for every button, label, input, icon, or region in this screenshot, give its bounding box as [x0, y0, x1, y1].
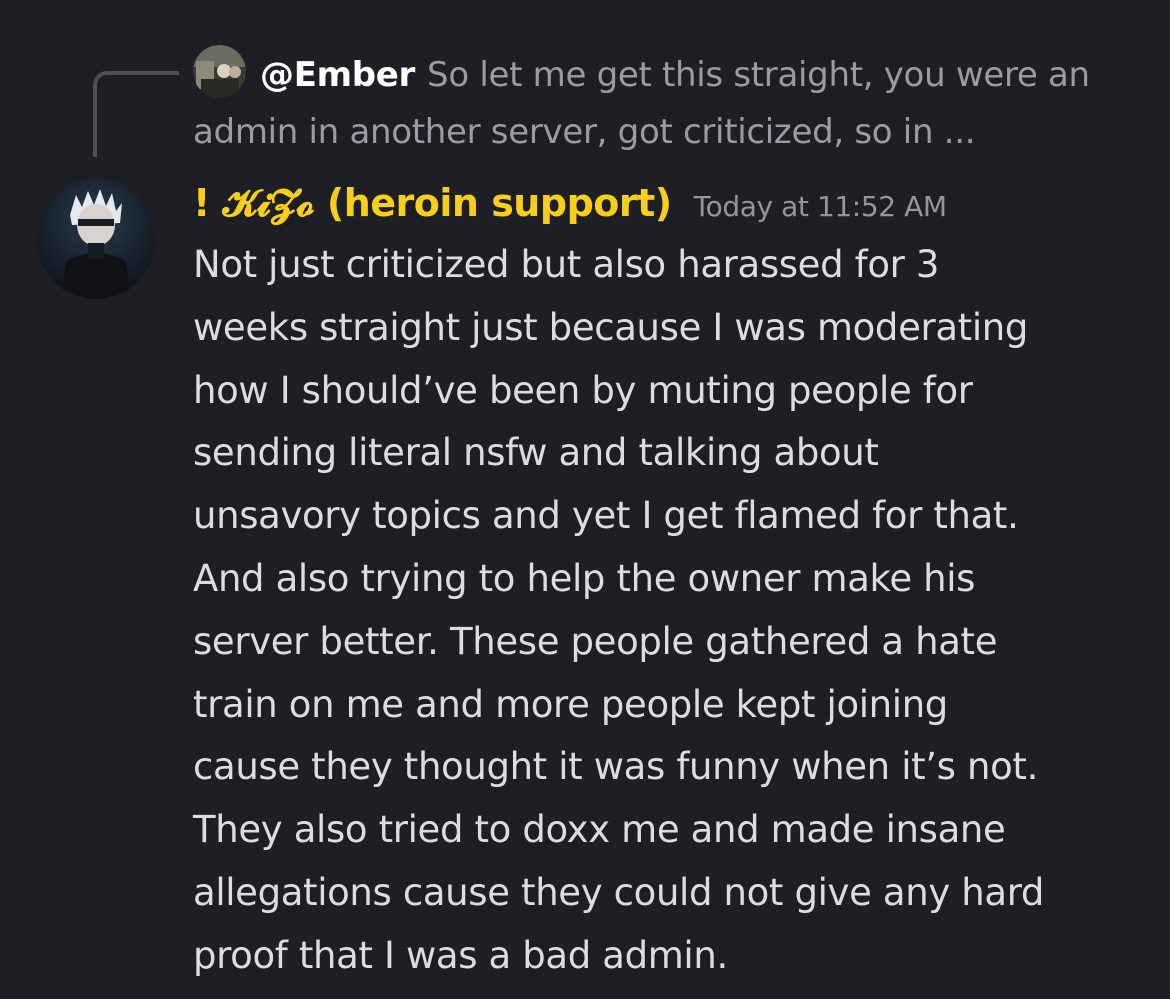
- message-line: sending literal nsfw and talking about: [193, 431, 879, 475]
- message-line: They also tried to doxx me and made insa…: [193, 808, 1006, 852]
- message-line: And also trying to help the owner make h…: [193, 556, 976, 600]
- message-line: server better. These people gathered a h…: [193, 619, 998, 663]
- author-avatar-icon[interactable]: [36, 179, 156, 299]
- message-line: Not just criticized but also harassed fo…: [193, 243, 940, 286]
- reply-connector-line: [93, 71, 179, 157]
- reply-preview[interactable]: @Ember So let me get this straight, you w…: [193, 47, 1138, 161]
- reply-author[interactable]: @Ember: [260, 55, 415, 95]
- message-line: allegations cause they could not give an…: [193, 870, 1045, 914]
- message-line: cause they thought it was funny when it’…: [193, 745, 1038, 789]
- message-line: weeks straight just because I was modera…: [193, 305, 1028, 349]
- message-line: how I should’ve been by muting people fo…: [193, 368, 973, 412]
- message-line: proof that I was a bad admin.: [193, 933, 728, 977]
- message-body: Not just criticized but also harassed fo…: [193, 234, 1143, 988]
- message-line: train on me and more people kept joining: [193, 682, 948, 726]
- message-line: unsavory topics and yet I get flamed for…: [193, 494, 1019, 538]
- message-header: ! 𝓚𝓲𝓩𝓸 (heroin support) Today at 11:52 AM: [193, 175, 947, 231]
- author-username[interactable]: ! 𝓚𝓲𝓩𝓸 (heroin support): [193, 181, 672, 225]
- message-timestamp: Today at 11:52 AM: [693, 190, 947, 223]
